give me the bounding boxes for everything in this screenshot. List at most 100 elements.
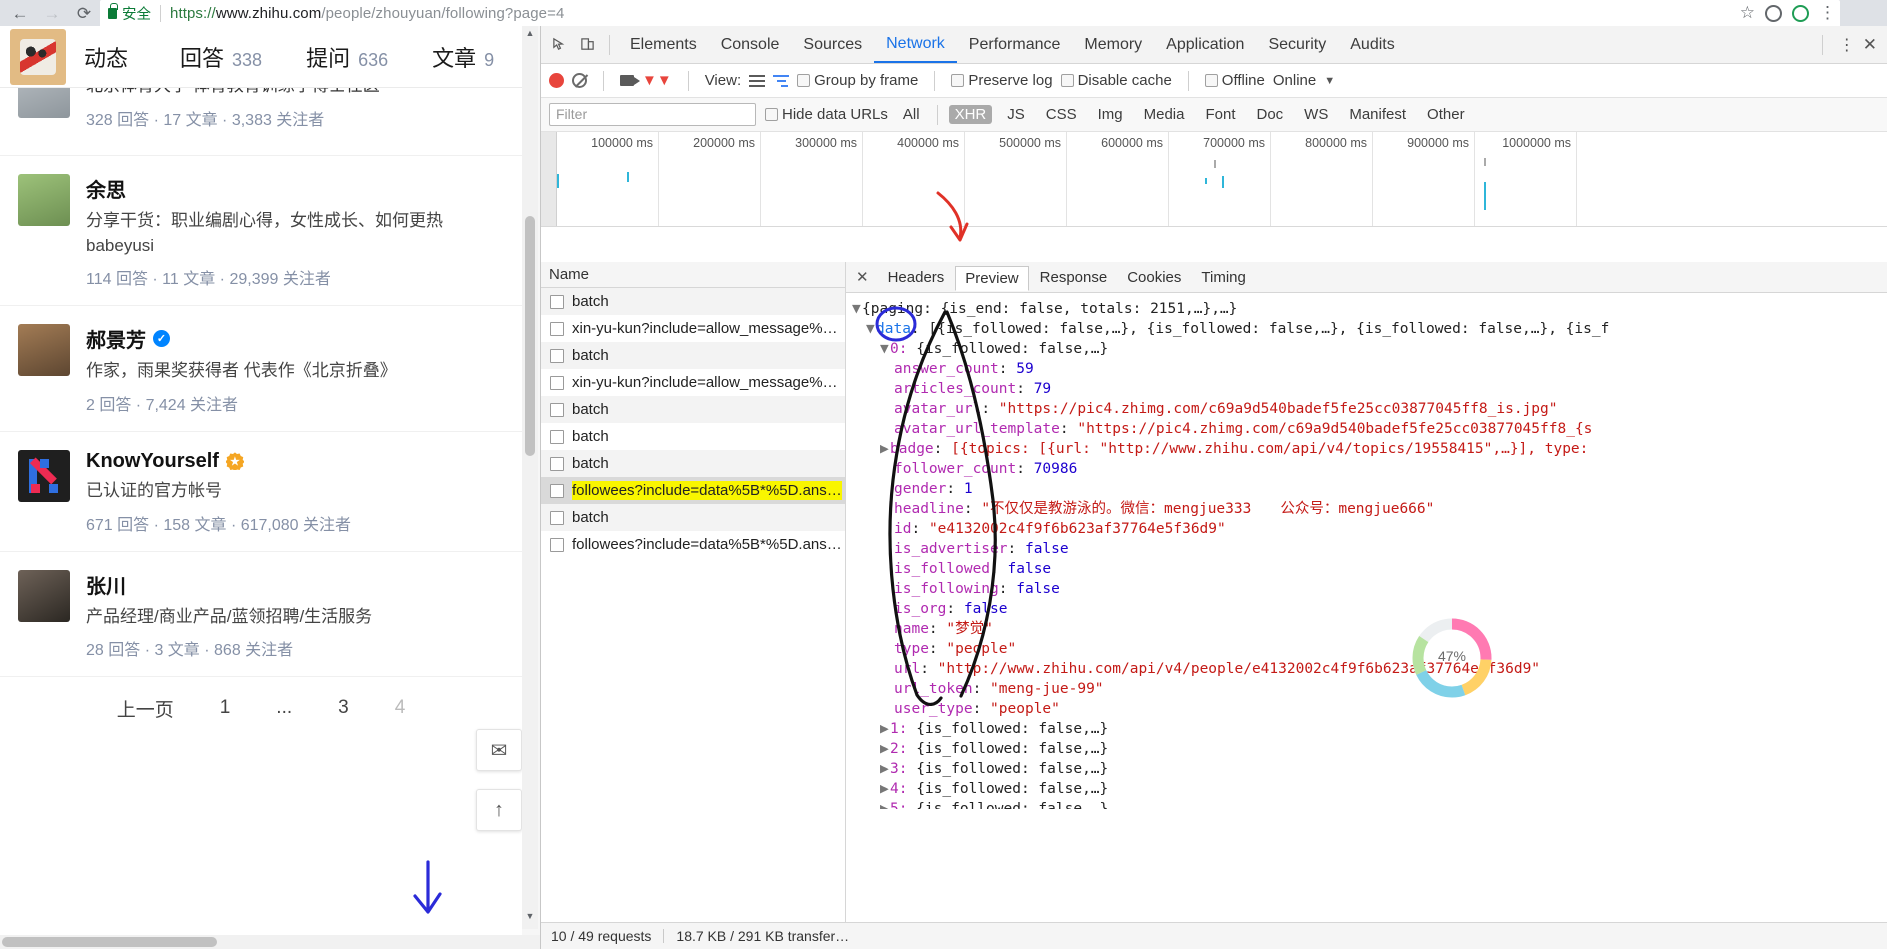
type-filter-manifest[interactable]: Manifest — [1343, 105, 1412, 124]
list-view-icon[interactable] — [749, 74, 766, 87]
list-item[interactable]: 张川 产品经理/商业产品/蓝领招聘/生活服务 28 回答 · 3 文章 · 86… — [0, 552, 522, 678]
json-line-index-2[interactable]: ▶2: {is_followed: false,…} — [852, 739, 1887, 759]
table-row[interactable]: batch — [541, 423, 845, 450]
table-row[interactable]: batch — [541, 342, 845, 369]
toggle-device-toolbar-icon[interactable] — [573, 32, 601, 58]
row-checkbox-icon[interactable] — [550, 348, 564, 363]
disable-cache-checkbox[interactable]: Disable cache — [1060, 72, 1172, 89]
user-name[interactable]: 余思 — [86, 174, 506, 203]
detail-tab-cookies[interactable]: Cookies — [1118, 266, 1190, 289]
type-filter-xhr[interactable]: XHR — [948, 105, 993, 124]
type-filter-ws[interactable]: WS — [1298, 105, 1334, 124]
tab-sources[interactable]: Sources — [791, 26, 874, 63]
record-button-icon[interactable] — [549, 73, 564, 88]
table-row[interactable]: xin-yu-kun?include=allow_message%… — [541, 315, 845, 342]
table-row[interactable]: batch — [541, 396, 845, 423]
table-row[interactable]: batch — [541, 450, 845, 477]
type-filter-css[interactable]: CSS — [1040, 105, 1083, 124]
json-line-root[interactable]: ▼{paging: {is_end: false, totals: 2151,…… — [852, 299, 1887, 319]
tab-memory[interactable]: Memory — [1072, 26, 1154, 63]
row-checkbox-icon[interactable] — [550, 375, 564, 390]
table-row[interactable]: batch — [541, 504, 845, 531]
table-row[interactable]: batch — [541, 288, 845, 315]
page-vertical-scrollbar[interactable]: ▲ ▼ — [522, 26, 538, 929]
type-filter-img[interactable]: Img — [1092, 105, 1129, 124]
json-field-badge[interactable]: ▶badge: [{topics: [{url: "http://www.zhi… — [852, 439, 1887, 459]
list-item[interactable]: 余思 分享干货：职业编剧心得，女性成长、如何更热 babeyusi 114 回答… — [0, 156, 522, 307]
row-checkbox-icon[interactable] — [550, 429, 564, 444]
throttling-dropdown-icon[interactable]: ▼ — [1324, 75, 1335, 87]
clear-button-icon[interactable] — [572, 73, 587, 88]
tab-dongtai[interactable]: 动态 — [84, 41, 136, 73]
filter-input[interactable]: Filter — [549, 103, 756, 126]
type-filter-media[interactable]: Media — [1138, 105, 1191, 124]
list-item[interactable]: 郝景芳 ✓ 作家，雨果奖获得者 代表作《北京折叠》 2 回答 · 7,424 关注… — [0, 306, 522, 432]
scroll-down-arrow-icon[interactable]: ▼ — [522, 911, 538, 927]
tab-audits[interactable]: Audits — [1338, 26, 1406, 63]
tab-elements[interactable]: Elements — [618, 26, 709, 63]
type-filter-font[interactable]: Font — [1199, 105, 1241, 124]
network-overview-timeline[interactable]: 100000 ms 200000 ms 300000 ms 400000 ms … — [541, 132, 1887, 227]
pagination-page-1[interactable]: 1 — [220, 697, 231, 719]
row-checkbox-icon[interactable] — [550, 537, 564, 552]
detail-tab-preview[interactable]: Preview — [955, 265, 1029, 291]
type-filter-all[interactable]: All — [897, 105, 926, 124]
group-by-frame-checkbox[interactable]: Group by frame — [797, 72, 918, 89]
expand-triangle-icon[interactable]: ▼ — [852, 299, 862, 319]
tab-network[interactable]: Network — [874, 26, 957, 63]
tab-application[interactable]: Application — [1154, 26, 1256, 63]
pagination-prev[interactable]: 上一页 — [117, 695, 174, 722]
json-line-index-5[interactable]: ▶5: {is_followed: false,…} — [852, 799, 1887, 809]
row-checkbox-icon[interactable] — [550, 456, 564, 471]
throttling-value[interactable]: Online — [1273, 72, 1316, 89]
filter-funnel-icon[interactable]: ▼▼ — [642, 72, 672, 89]
list-item[interactable]: 北京体育大学 体育教育训练学博士任医 328 回答 · 17 文章 · 3,38… — [0, 88, 522, 156]
user-name[interactable]: KnowYourself ★ — [86, 450, 506, 473]
table-row[interactable]: xin-yu-kun?include=allow_message%… — [541, 369, 845, 396]
extension-icon[interactable] — [1765, 4, 1782, 22]
type-filter-js[interactable]: JS — [1001, 105, 1031, 124]
user-name[interactable]: 郝景芳 ✓ — [86, 324, 506, 353]
address-bar[interactable]: 安全 https://www.zhihu.com/people/zhouyuan… — [100, 0, 1840, 26]
tab-wenzhang[interactable]: 文章 9 — [432, 41, 494, 73]
row-checkbox-icon[interactable] — [550, 483, 564, 498]
avatar[interactable] — [18, 88, 70, 118]
scrollbar-thumb[interactable] — [525, 216, 535, 456]
avatar[interactable] — [18, 174, 70, 226]
back-button[interactable]: ← — [4, 1, 36, 25]
devtools-more-icon[interactable]: ⋮ — [1839, 35, 1855, 55]
expand-triangle-icon[interactable]: ▶ — [880, 799, 890, 809]
pagination-page-3[interactable]: 3 — [338, 697, 349, 719]
tab-tiwen[interactable]: 提问 636 — [306, 41, 388, 73]
json-line-index-0[interactable]: ▼0: {is_followed: false,…} — [852, 339, 1887, 359]
detail-close-icon[interactable]: ✕ — [854, 268, 877, 286]
expand-triangle-icon[interactable]: ▶ — [880, 779, 890, 799]
hscrollbar-thumb[interactable] — [2, 937, 217, 947]
json-line-index-3[interactable]: ▶3: {is_followed: false,…} — [852, 759, 1887, 779]
hide-data-urls-checkbox[interactable]: Hide data URLs — [765, 106, 888, 123]
avatar[interactable] — [18, 569, 70, 622]
offline-checkbox[interactable]: Offline — [1204, 72, 1265, 89]
tab-performance[interactable]: Performance — [957, 26, 1073, 63]
bookmark-star-icon[interactable]: ☆ — [1740, 3, 1755, 23]
tab-security[interactable]: Security — [1256, 26, 1338, 63]
inspect-element-icon[interactable] — [545, 32, 573, 58]
capture-screenshots-icon[interactable] — [620, 75, 640, 86]
waterfall-view-icon[interactable] — [773, 74, 790, 87]
detail-tab-timing[interactable]: Timing — [1192, 266, 1254, 289]
detail-tab-response[interactable]: Response — [1031, 266, 1117, 289]
avatar[interactable] — [18, 449, 70, 502]
detail-tab-headers[interactable]: Headers — [879, 266, 954, 289]
type-filter-other[interactable]: Other — [1421, 105, 1471, 124]
user-name[interactable]: 张川 — [86, 570, 506, 599]
profile-avatar[interactable] — [10, 28, 66, 85]
back-to-top-fab-button[interactable]: ↑ — [476, 789, 522, 831]
expand-triangle-icon[interactable]: ▼ — [866, 319, 876, 339]
row-checkbox-icon[interactable] — [550, 510, 564, 525]
devtools-close-icon[interactable]: ✕ — [1863, 35, 1877, 55]
page-horizontal-scrollbar[interactable] — [0, 935, 540, 949]
list-item[interactable]: KnowYourself ★ 已认证的官方帐号 671 回答 · 158 文章 ·… — [0, 432, 522, 552]
scroll-up-arrow-icon[interactable]: ▲ — [522, 28, 538, 44]
avatar[interactable] — [18, 324, 70, 377]
json-line-data[interactable]: ▼data: [{is_followed: false,…}, {is_foll… — [852, 319, 1887, 339]
